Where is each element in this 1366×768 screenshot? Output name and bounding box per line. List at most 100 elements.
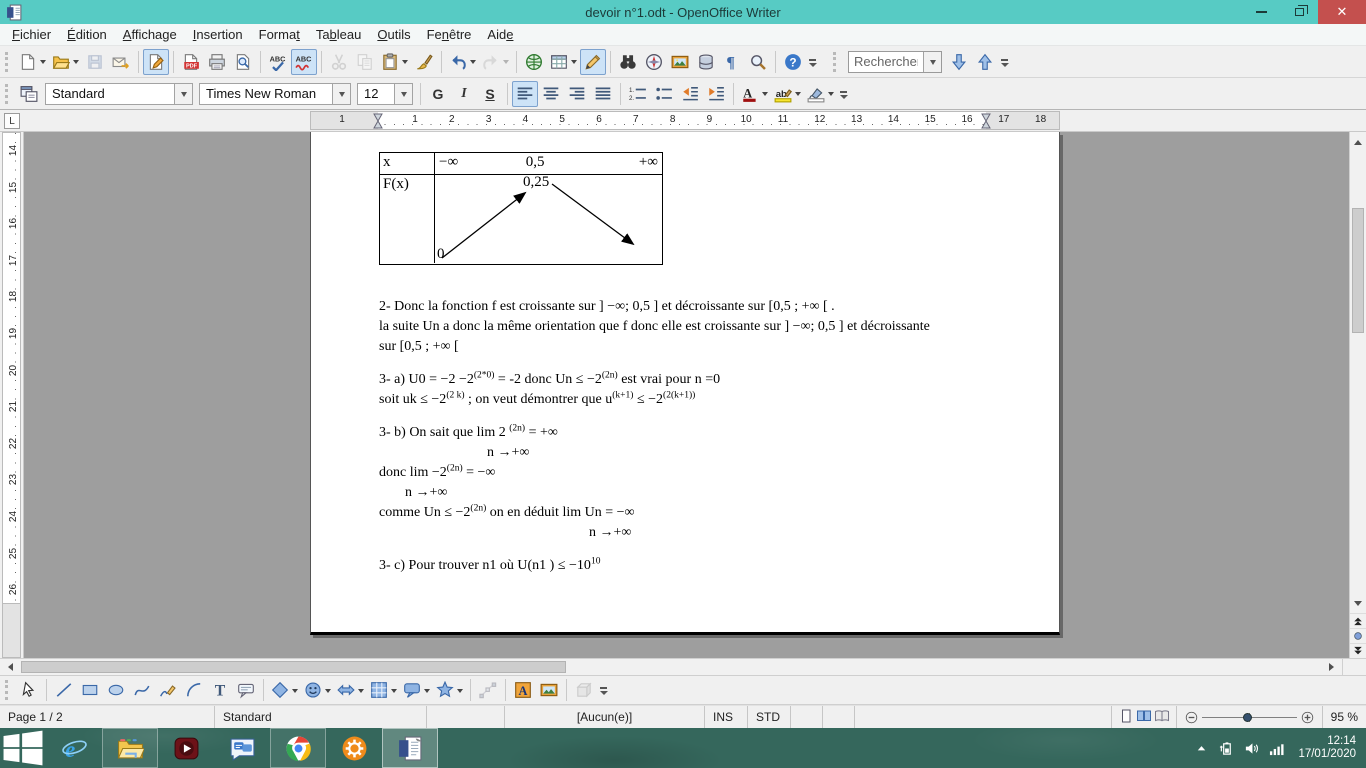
basic-shapes-button[interactable]	[268, 677, 301, 703]
left-indent-marker[interactable]	[373, 113, 383, 130]
menu-insertion[interactable]: Insertion	[185, 25, 251, 44]
copy-button[interactable]	[352, 49, 378, 75]
flowchart-button[interactable]	[367, 677, 400, 703]
redo-button[interactable]	[479, 49, 512, 75]
curve-button[interactable]	[129, 677, 155, 703]
paragraph-style-select[interactable]: Standard	[45, 83, 193, 105]
background-color-button[interactable]	[804, 81, 837, 107]
dropdown-button[interactable]	[394, 84, 412, 104]
align-right-button[interactable]	[564, 81, 590, 107]
freeform-line-button[interactable]	[155, 677, 181, 703]
taskbar-openoffice-writer[interactable]	[382, 728, 438, 768]
decrease-indent-button[interactable]	[677, 81, 703, 107]
taskbar-internet-explorer[interactable]: e	[46, 728, 102, 768]
battery-icon[interactable]	[1219, 741, 1234, 756]
menu-affichage[interactable]: Affichage	[115, 25, 185, 44]
find-next-button[interactable]	[946, 49, 972, 75]
new-document-button[interactable]	[16, 49, 49, 75]
cut-button[interactable]	[326, 49, 352, 75]
horizontal-ruler[interactable]: 1123456789101112131415161718	[310, 111, 1060, 130]
insert-table-button[interactable]	[547, 49, 580, 75]
zoom-percent-field[interactable]: 95 %	[1322, 706, 1366, 728]
horizontal-scrollbar[interactable]	[0, 658, 1366, 675]
taskbar-file-explorer[interactable]	[102, 728, 158, 768]
navigation-button[interactable]	[1350, 628, 1366, 643]
taskbar-media-player[interactable]	[158, 728, 214, 768]
modified-flag-field[interactable]	[791, 706, 823, 728]
single-page-view-button[interactable]	[1118, 708, 1134, 727]
taskbar-messaging[interactable]	[214, 728, 270, 768]
taskbar-clock[interactable]: 12:14 17/01/2020	[1294, 735, 1356, 761]
page-preview-button[interactable]	[230, 49, 256, 75]
volume-icon[interactable]	[1244, 741, 1259, 756]
navigator-button[interactable]	[641, 49, 667, 75]
increase-indent-button[interactable]	[703, 81, 729, 107]
undo-button[interactable]	[446, 49, 479, 75]
ellipse-button[interactable]	[103, 677, 129, 703]
menu-tableau[interactable]: Tableau	[308, 25, 370, 44]
taskbar-settings-app[interactable]	[326, 728, 382, 768]
underline-button[interactable]: S	[477, 81, 503, 107]
help-button[interactable]: ?	[780, 49, 806, 75]
numbered-list-button[interactable]: 1.2.	[625, 81, 651, 107]
line-button[interactable]	[51, 677, 77, 703]
arc-button[interactable]	[181, 677, 207, 703]
menu-outils[interactable]: Outils	[369, 25, 418, 44]
zoom-out-button[interactable]	[1185, 711, 1198, 724]
start-button[interactable]	[0, 728, 46, 768]
scroll-right-button[interactable]	[1325, 659, 1342, 675]
insert-mode-field[interactable]: INS	[705, 706, 748, 728]
justify-button[interactable]	[590, 81, 616, 107]
show-hidden-icons-button[interactable]	[1194, 741, 1209, 756]
document-page[interactable]: x −∞ 0,5 +∞ F(x) 0,25 0	[310, 132, 1060, 635]
close-button[interactable]: ✕	[1318, 0, 1366, 24]
taskbar-chrome[interactable]	[270, 728, 326, 768]
toolbar-grip[interactable]	[5, 680, 12, 700]
font-name-select[interactable]: Times New Roman	[199, 83, 351, 105]
menu-fenetre[interactable]: Fenêtre	[419, 25, 480, 44]
find-replace-button[interactable]	[615, 49, 641, 75]
menu-aide[interactable]: Aide	[479, 25, 521, 44]
horizontal-scroll-track[interactable]	[17, 659, 1325, 675]
export-pdf-button[interactable]: PDF	[178, 49, 204, 75]
rectangle-button[interactable]	[77, 677, 103, 703]
toolbar-grip[interactable]	[5, 52, 12, 72]
toolbar-overflow-button[interactable]	[806, 49, 819, 75]
next-page-button[interactable]	[1350, 643, 1366, 658]
book-view-button[interactable]	[1154, 708, 1170, 727]
menu-format[interactable]: Format	[251, 25, 308, 44]
styles-window-button[interactable]	[16, 81, 42, 107]
text-callout-button[interactable]	[233, 677, 259, 703]
right-indent-marker[interactable]	[981, 113, 991, 130]
spellcheck-button[interactable]: ABC	[265, 49, 291, 75]
hyperlink-button[interactable]	[521, 49, 547, 75]
bullet-list-button[interactable]	[651, 81, 677, 107]
find-previous-button[interactable]	[972, 49, 998, 75]
select-mode-field[interactable]: STD	[748, 706, 791, 728]
zoom-button[interactable]	[745, 49, 771, 75]
align-center-button[interactable]	[538, 81, 564, 107]
symbol-shapes-button[interactable]	[301, 677, 334, 703]
tab-type-selector[interactable]: L	[4, 113, 20, 129]
restore-button[interactable]	[1280, 0, 1318, 24]
bold-button[interactable]: G	[425, 81, 451, 107]
font-color-button[interactable]: A	[738, 81, 771, 107]
search-dropdown-button[interactable]	[923, 52, 941, 72]
picture-from-file-button[interactable]	[536, 677, 562, 703]
print-button[interactable]	[204, 49, 230, 75]
highlighting-button[interactable]: ab	[771, 81, 804, 107]
vertical-scroll-track[interactable]	[1350, 148, 1366, 597]
autospellcheck-button[interactable]: ABC	[291, 49, 317, 75]
edit-points-button[interactable]	[475, 677, 501, 703]
toolbar-grip[interactable]	[5, 84, 12, 104]
previous-page-button[interactable]	[1350, 613, 1366, 628]
zoom-slider[interactable]	[1202, 717, 1297, 718]
align-left-button[interactable]	[512, 81, 538, 107]
format-paintbrush-button[interactable]	[411, 49, 437, 75]
horizontal-scroll-thumb[interactable]	[21, 661, 566, 673]
extrusion-button[interactable]	[571, 677, 597, 703]
gallery-button[interactable]	[667, 49, 693, 75]
menu-edition[interactable]: Édition	[59, 25, 115, 44]
email-document-button[interactable]	[108, 49, 134, 75]
text-box-button[interactable]: T	[207, 677, 233, 703]
